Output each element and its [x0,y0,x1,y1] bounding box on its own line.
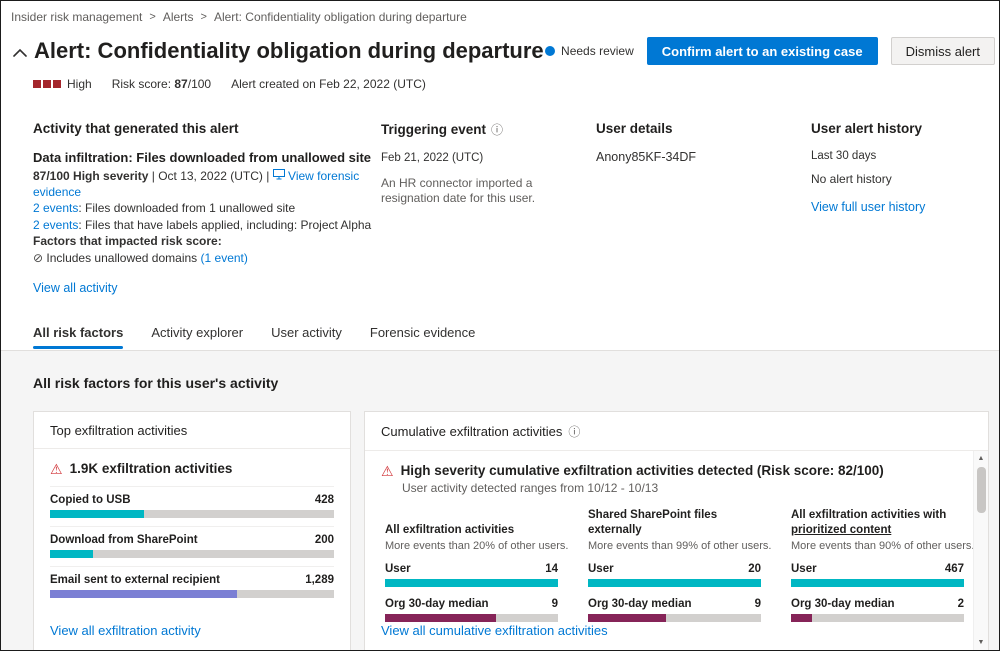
user-bar-track [588,579,761,587]
scroll-up-arrow-icon[interactable]: ▲ [978,451,985,464]
event-line: 2 events: Files that have labels applied… [33,218,381,234]
needs-review-dot-icon [545,46,555,56]
breadcrumb-item-insider-risk-management[interactable]: Insider risk management [11,10,142,24]
breadcrumb-separator-icon: > [149,11,155,23]
median-bar-fill [385,614,496,622]
alert-meta-row: High Risk score: 87/100 Alert created on… [1,65,999,91]
cumulative-column-shared-sharepoint: Shared SharePoint files externally More … [588,507,761,622]
tab-user-activity[interactable]: User activity [271,325,342,349]
view-all-activity-link[interactable]: View all activity [33,281,118,295]
median-bar-track [588,614,761,622]
anonymized-username: Anony85KF-34DF [596,150,811,164]
header-actions: Needs review Confirm alert to an existin… [545,37,995,65]
event-line: 2 events: Files downloaded from 1 unallo… [33,201,381,217]
cumulative-columns: All exfiltration activities More events … [381,507,960,622]
median-bar-track [385,614,558,622]
tab-all-risk-factors[interactable]: All risk factors [33,325,123,349]
high-severity-squares-icon [33,80,61,88]
history-period: Last 30 days [811,150,989,162]
dismiss-alert-button[interactable]: Dismiss alert [891,37,995,65]
info-icon[interactable]: ⓘ [568,423,580,440]
insider-risk-alert-page: Insider risk management > Alerts > Alert… [0,0,1000,651]
scrollbar-thumb[interactable] [977,467,986,513]
user-bar-track [791,579,964,587]
cumulative-column-all-exfiltration: All exfiltration activities More events … [385,507,558,622]
user-details-heading: User details [596,121,811,136]
scroll-down-arrow-icon[interactable]: ▼ [978,637,985,650]
user-alert-history-heading: User alert history [811,121,989,136]
events-link[interactable]: 2 events [33,218,78,232]
section-title: All risk factors for this user's activit… [33,375,989,391]
breadcrumb-separator-icon: > [201,11,207,23]
cumulative-exfiltration-activities-card: Cumulative exfiltration activities ⓘ ⚠ H… [364,411,989,651]
user-bar-fill [588,579,761,587]
activity-column: Activity that generated this alert Data … [33,121,381,297]
factor-event-link[interactable]: (1 event) [201,251,248,265]
view-all-exfiltration-activity-link[interactable]: View all exfiltration activity [50,623,334,638]
confirm-alert-button[interactable]: Confirm alert to an existing case [647,37,878,65]
median-bar-track [791,614,964,622]
bar-fill [50,510,144,518]
bar-track [50,550,334,558]
factors-heading: Factors that impacted risk score: [33,234,381,250]
status-needs-review: Needs review [545,44,634,58]
median-bar-fill [791,614,812,622]
page-title: Alert: Confidentiality obligation during… [34,38,544,64]
bar-track [50,590,334,598]
bar-fill [50,590,237,598]
forensic-evidence-icon [273,169,285,183]
tab-bar: All risk factors Activity explorer User … [1,325,999,349]
breadcrumb-item-alerts[interactable]: Alerts [163,10,194,24]
activity-date-range: User activity detected ranges from 10/12… [402,481,960,495]
tab-forensic-evidence[interactable]: Forensic evidence [370,325,476,349]
warning-triangle-icon: ⚠ [381,464,394,478]
top-exfiltration-activities-card: Top exfiltration activities ⚠ 1.9K exfil… [33,411,351,651]
warning-triangle-icon: ⚠ [50,462,63,476]
view-all-cumulative-exfiltration-link[interactable]: View all cumulative exfiltration activit… [381,623,960,638]
user-bar-fill [791,579,964,587]
triggering-event-column: Triggering event ⓘ Feb 21, 2022 (UTC) An… [381,121,596,297]
alert-summary: Activity that generated this alert Data … [1,91,999,297]
user-bar-track [385,579,558,587]
user-details-column: User details Anony85KF-34DF [596,121,811,297]
breadcrumb-item-current-alert: Alert: Confidentiality obligation during… [214,10,467,24]
triggering-event-date: Feb 21, 2022 (UTC) [381,152,596,164]
cumulative-alert: ⚠ High severity cumulative exfiltration … [381,463,960,478]
exfiltration-bar-row: Download from SharePoint200 [50,526,334,558]
user-bar-fill [385,579,558,587]
factor-line: ⊘ Includes unallowed domains (1 event) [33,251,381,267]
status-label: Needs review [561,44,634,58]
collapse-chevron-icon[interactable] [9,48,31,57]
median-bar-fill [588,614,666,622]
alert-created-date: Alert created on Feb 22, 2022 (UTC) [231,77,426,91]
alert-header: Alert: Confidentiality obligation during… [1,24,999,65]
scrollbar[interactable]: ▲ ▼ [973,451,988,650]
triggering-event-description: An HR connector imported a resignation d… [381,176,596,206]
tab-activity-explorer[interactable]: Activity explorer [151,325,243,349]
card-header: Top exfiltration activities [34,412,350,449]
exfiltration-alert: ⚠ 1.9K exfiltration activities [50,461,334,478]
events-link[interactable]: 2 events [33,201,78,215]
exfiltration-bar-row: Copied to USB428 [50,486,334,518]
user-alert-history-column: User alert history Last 30 days No alert… [811,121,989,297]
history-status: No alert history [811,172,989,186]
activity-heading: Activity that generated this alert [33,121,381,136]
breadcrumb: Insider risk management > Alerts > Alert… [1,1,999,24]
severity-detail-line: 87/100 High severity | Oct 13, 2022 (UTC… [33,169,381,200]
bar-track [50,510,334,518]
unallowed-domain-icon: ⊘ [33,251,43,265]
info-icon[interactable]: ⓘ [491,121,503,138]
triggering-event-heading: Triggering event ⓘ [381,121,596,138]
detection-title: Data infiltration: Files downloaded from… [33,150,381,165]
view-full-user-history-link[interactable]: View full user history [811,200,925,214]
cumulative-column-prioritized-content: All exfiltration activities with priorit… [791,507,964,622]
risk-factors-section: All risk factors for this user's activit… [1,350,999,650]
risk-factor-cards: Top exfiltration activities ⚠ 1.9K exfil… [33,411,989,651]
exfiltration-bar-row: Email sent to external recipient1,289 [50,566,334,598]
bar-fill [50,550,93,558]
severity-label: High [67,77,92,91]
card-header: Cumulative exfiltration activities ⓘ [365,412,988,451]
risk-score: Risk score: 87/100 [112,77,211,91]
